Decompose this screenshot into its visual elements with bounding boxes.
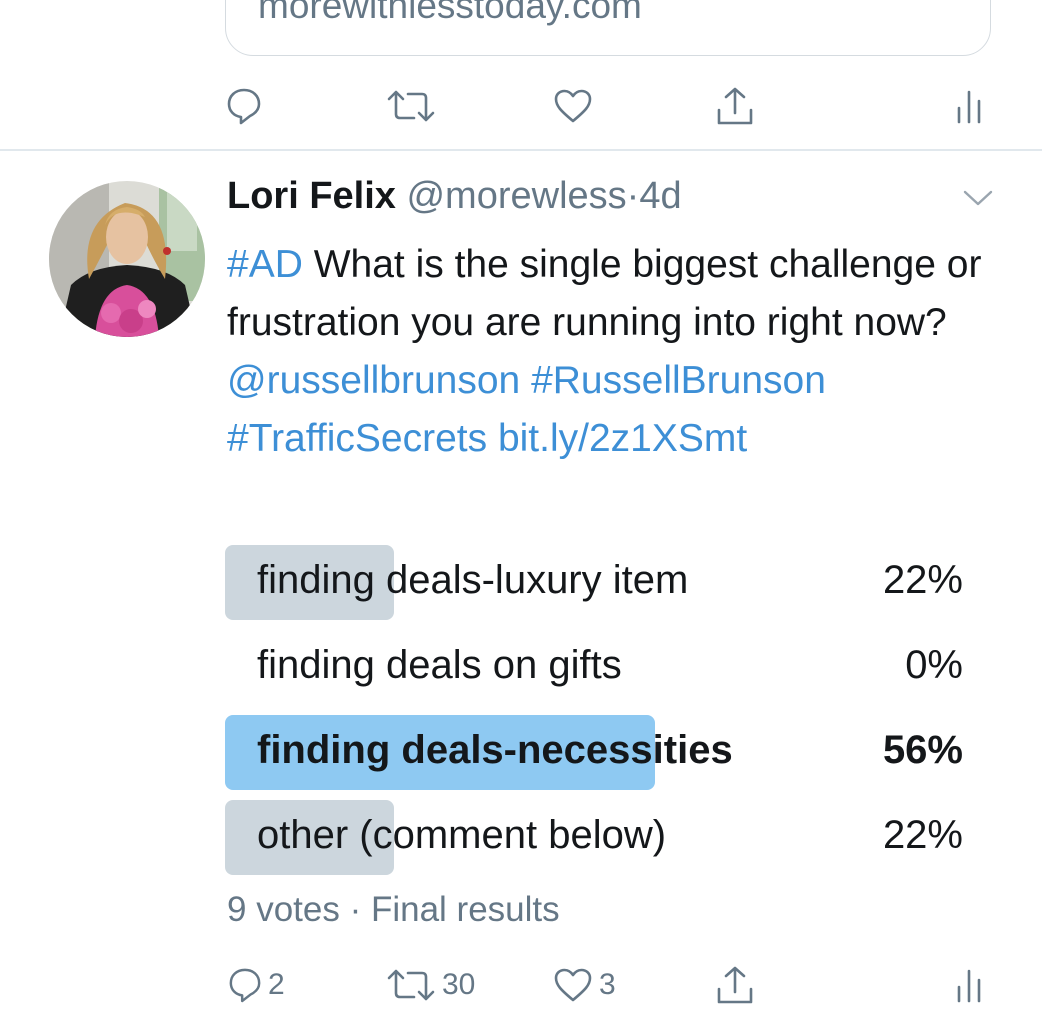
author-name[interactable]: Lori Felix <box>227 175 396 217</box>
poll-option: finding deals-necessities 56% <box>225 715 965 790</box>
analytics-icon <box>957 90 981 124</box>
share-button[interactable] <box>716 955 754 1015</box>
poll-option-percent: 22% <box>882 558 963 602</box>
header-separator: · <box>626 175 640 217</box>
heart-icon <box>554 89 592 123</box>
poll-option-label: finding deals on gifts <box>257 643 622 687</box>
tweet-menu-button[interactable] <box>962 188 994 213</box>
analytics-button[interactable] <box>955 76 983 136</box>
link-preview-card[interactable]: morewithlesstoday.com <box>225 0 991 56</box>
tweet-body: What is the single biggest challenge or … <box>227 243 982 344</box>
tweet-text: #AD What is the single biggest challenge… <box>227 236 1007 468</box>
mention-link[interactable]: @russellbrunson <box>227 359 520 402</box>
poll-option-percent: 22% <box>882 813 963 857</box>
like-button[interactable] <box>553 76 593 136</box>
analytics-button[interactable] <box>955 955 983 1015</box>
retweet-count: 30 <box>442 968 476 1001</box>
poll-option-label: finding deals-necessities <box>257 728 733 772</box>
poll-option-label: other (comment below) <box>257 813 667 857</box>
author-handle[interactable]: @morewless <box>406 175 626 217</box>
short-link[interactable]: bit.ly/2z1XSmt <box>498 417 747 460</box>
retweet-icon <box>387 90 435 122</box>
like-button[interactable]: 3 <box>553 955 616 1015</box>
hashtag-trafficsecrets[interactable]: #TrafficSecrets <box>227 417 487 460</box>
card-domain: morewithlesstoday.com <box>258 0 642 26</box>
analytics-icon <box>957 969 981 1003</box>
avatar[interactable] <box>49 181 205 337</box>
hashtag-russellbrunson[interactable]: #RussellBrunson <box>531 359 826 402</box>
tweet-actions: 2 30 3 <box>0 955 1042 1015</box>
reply-icon <box>227 88 261 125</box>
poll-option-percent: 0% <box>905 643 963 687</box>
previous-tweet-actions <box>0 76 1042 136</box>
reply-icon <box>229 968 261 1003</box>
poll-option: other (comment below) 22% <box>225 800 965 875</box>
poll-option: finding deals-luxury item 22% <box>225 545 965 620</box>
poll-meta: 9 votes · Final results <box>227 890 560 929</box>
poll-option: finding deals on gifts 0% <box>225 630 965 705</box>
retweet-button[interactable]: 30 <box>386 955 475 1015</box>
poll-option-percent: 56% <box>882 728 963 772</box>
like-count: 3 <box>599 968 616 1001</box>
reply-button[interactable]: 2 <box>228 955 285 1015</box>
reply-button[interactable] <box>226 76 262 136</box>
tweet-divider <box>0 149 1042 151</box>
tweet-age[interactable]: 4d <box>639 175 681 217</box>
poll: finding deals-luxury item 22% finding deal… <box>225 545 965 885</box>
reply-count: 2 <box>268 968 285 1001</box>
chevron-down-icon <box>963 190 993 206</box>
share-icon <box>717 966 753 1004</box>
hashtag-ad[interactable]: #AD <box>227 243 303 286</box>
poll-option-label: finding deals-luxury item <box>257 558 689 602</box>
retweet-icon <box>387 969 435 1001</box>
share-icon <box>717 87 753 125</box>
tweet-header: Lori Felix @morewless·4d <box>227 175 682 218</box>
retweet-button[interactable] <box>386 76 436 136</box>
heart-icon <box>554 968 592 1002</box>
share-button[interactable] <box>716 76 754 136</box>
